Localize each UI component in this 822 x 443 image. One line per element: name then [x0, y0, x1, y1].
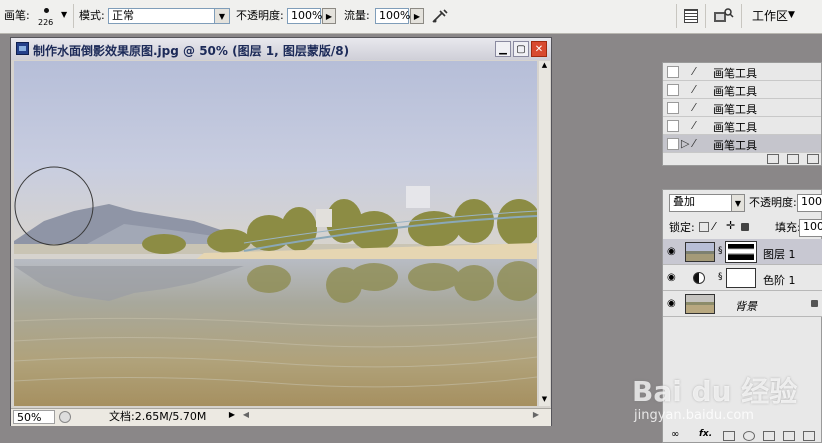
lock-pixels-icon[interactable]: ⁄: [713, 220, 715, 233]
maximize-icon[interactable]: ▢: [513, 41, 529, 57]
file-browser-icon[interactable]: [712, 6, 734, 26]
airbrush-icon[interactable]: [430, 6, 450, 26]
brush-tool-icon: ⁄: [693, 101, 695, 114]
brush-size: 226: [38, 18, 54, 27]
mask-link-icon[interactable]: §: [718, 246, 723, 256]
camera-icon[interactable]: [787, 154, 799, 164]
blend-mode-select[interactable]: 叠加: [669, 194, 733, 212]
history-item[interactable]: ⁄ 画笔工具: [663, 99, 821, 117]
history-item[interactable]: ⁄ 画笔工具: [663, 81, 821, 99]
mode-label: 模式:: [79, 9, 105, 22]
link-layers-icon[interactable]: ∞: [671, 429, 679, 440]
layer-row[interactable]: ◉ § 色阶 1: [663, 265, 822, 291]
document-window: 制作水面倒影效果原图.jpg @ 50% (图层 1, 图层蒙版/8) ▁ ▢ …: [10, 37, 552, 426]
divider: [741, 4, 742, 28]
adjustment-icon[interactable]: [743, 431, 755, 441]
brush-tool-icon: ⁄: [693, 119, 695, 132]
mode-select[interactable]: 正常: [108, 8, 216, 24]
flow-slider-button[interactable]: ▶: [410, 8, 424, 24]
trash-icon[interactable]: [807, 154, 819, 164]
eye-icon[interactable]: ◉: [667, 299, 681, 309]
lock-all-icon[interactable]: [741, 223, 749, 231]
lake-photo: [14, 61, 537, 406]
lock-icon: [811, 300, 818, 307]
eye-icon[interactable]: ◉: [667, 273, 681, 283]
snapshot-checkbox[interactable]: [667, 102, 679, 114]
brush-dropdown-icon[interactable]: ▼: [61, 10, 67, 19]
layers-footer: ∞ fx.: [663, 429, 821, 442]
document-title-bar[interactable]: 制作水面倒影效果原图.jpg @ 50% (图层 1, 图层蒙版/8) ▁ ▢ …: [11, 38, 551, 60]
snapshot-checkbox[interactable]: [667, 84, 679, 96]
workspace-button[interactable]: 工作区: [752, 9, 788, 23]
layer-thumbnail: [685, 242, 715, 262]
zoom-field[interactable]: 50%: [13, 410, 55, 424]
layer-opacity-label: 不透明度:: [749, 196, 797, 209]
fill-label: 填充:: [775, 221, 801, 234]
baidu-watermark: Bai du 经验: [632, 375, 798, 408]
preview-icon[interactable]: [59, 411, 71, 423]
chevron-down-icon[interactable]: ▼: [731, 194, 745, 212]
brush-tool-icon: ⁄: [693, 137, 695, 150]
add-mask-icon[interactable]: [723, 431, 735, 441]
document-size: 文档:2.65M/5.70M: [109, 410, 207, 423]
fx-icon[interactable]: fx.: [699, 429, 712, 439]
brush-tool-icon: ⁄: [693, 83, 695, 96]
divider: [676, 4, 677, 28]
history-state-marker-icon: ▷: [681, 137, 690, 150]
brush-label: 画笔:: [4, 9, 30, 22]
scroll-left-icon[interactable]: ◀: [241, 410, 251, 423]
snapshot-checkbox[interactable]: [667, 138, 679, 150]
history-panel: ⁄ 画笔工具 ⁄ 画笔工具 ⁄ 画笔工具 ⁄ 画笔工具 ▷ ⁄ 画笔工具: [662, 62, 822, 166]
chevron-down-icon[interactable]: ▼: [214, 8, 230, 24]
fill-input[interactable]: 100%: [799, 219, 822, 237]
eye-icon[interactable]: ◉: [667, 247, 681, 257]
scroll-right-icon[interactable]: ▶: [531, 410, 541, 423]
layer-opacity-input[interactable]: 100%: [797, 194, 822, 212]
history-item[interactable]: ⁄ 画笔工具: [663, 117, 821, 135]
opacity-slider-button[interactable]: ▶: [322, 8, 336, 24]
opacity-label: 不透明度:: [236, 9, 284, 22]
opacity-input[interactable]: 100%: [287, 8, 322, 24]
document-icon: [16, 42, 29, 55]
lock-label: 锁定:: [669, 221, 695, 234]
mask-link-icon[interactable]: §: [718, 272, 723, 282]
lock-position-icon[interactable]: ✛: [726, 219, 735, 232]
adjustment-layer-icon: [693, 272, 705, 284]
watermark-url: jingyan.baidu.com: [634, 408, 754, 423]
palette-well-icon[interactable]: [684, 9, 698, 23]
status-bar: 50% 文档:2.65M/5.70M ▶ ◀ ▶: [11, 408, 551, 426]
new-group-icon[interactable]: [763, 431, 775, 441]
options-bar: 画笔: 226 ▼ 模式: 正常 ▼ 不透明度: 100% ▶ 流量: 100%…: [0, 0, 822, 34]
status-menu-icon[interactable]: ▶: [226, 410, 238, 423]
new-document-icon[interactable]: [767, 154, 779, 164]
snapshot-checkbox[interactable]: [667, 120, 679, 132]
flow-input[interactable]: 100%: [375, 8, 410, 24]
scroll-up-icon[interactable]: ▲: [539, 61, 550, 72]
trash-icon[interactable]: [803, 431, 815, 441]
divider: [73, 4, 74, 28]
flow-label: 流量:: [344, 9, 370, 22]
divider: [705, 4, 706, 28]
history-item-current[interactable]: ▷ ⁄ 画笔工具: [663, 135, 821, 153]
lock-transparency-icon[interactable]: [699, 222, 709, 232]
layer-thumbnail: [685, 294, 715, 314]
layer-mask-thumbnail[interactable]: [725, 241, 757, 263]
scroll-down-icon[interactable]: ▼: [539, 395, 550, 406]
new-layer-icon[interactable]: [783, 431, 795, 441]
vertical-scrollbar[interactable]: ▲ ▼: [539, 61, 550, 406]
layer-row[interactable]: ◉ 背景: [663, 291, 822, 317]
document-title: 制作水面倒影效果原图.jpg @ 50% (图层 1, 图层蒙版/8): [33, 44, 350, 58]
history-footer: [663, 153, 821, 165]
snapshot-checkbox[interactable]: [667, 66, 679, 78]
brush-tip-icon: [44, 8, 49, 13]
layer-mask-thumbnail[interactable]: [726, 268, 756, 288]
brush-tool-icon: ⁄: [693, 65, 695, 78]
image-canvas[interactable]: [14, 61, 537, 406]
layer-row[interactable]: ◉ § 图层 1: [663, 239, 822, 265]
close-icon[interactable]: ✕: [531, 41, 547, 57]
workspace-dropdown-icon[interactable]: ▼: [788, 10, 795, 20]
history-item[interactable]: ⁄ 画笔工具: [663, 63, 821, 81]
minimize-icon[interactable]: ▁: [495, 41, 511, 57]
brush-preset-picker[interactable]: 226: [37, 5, 61, 31]
